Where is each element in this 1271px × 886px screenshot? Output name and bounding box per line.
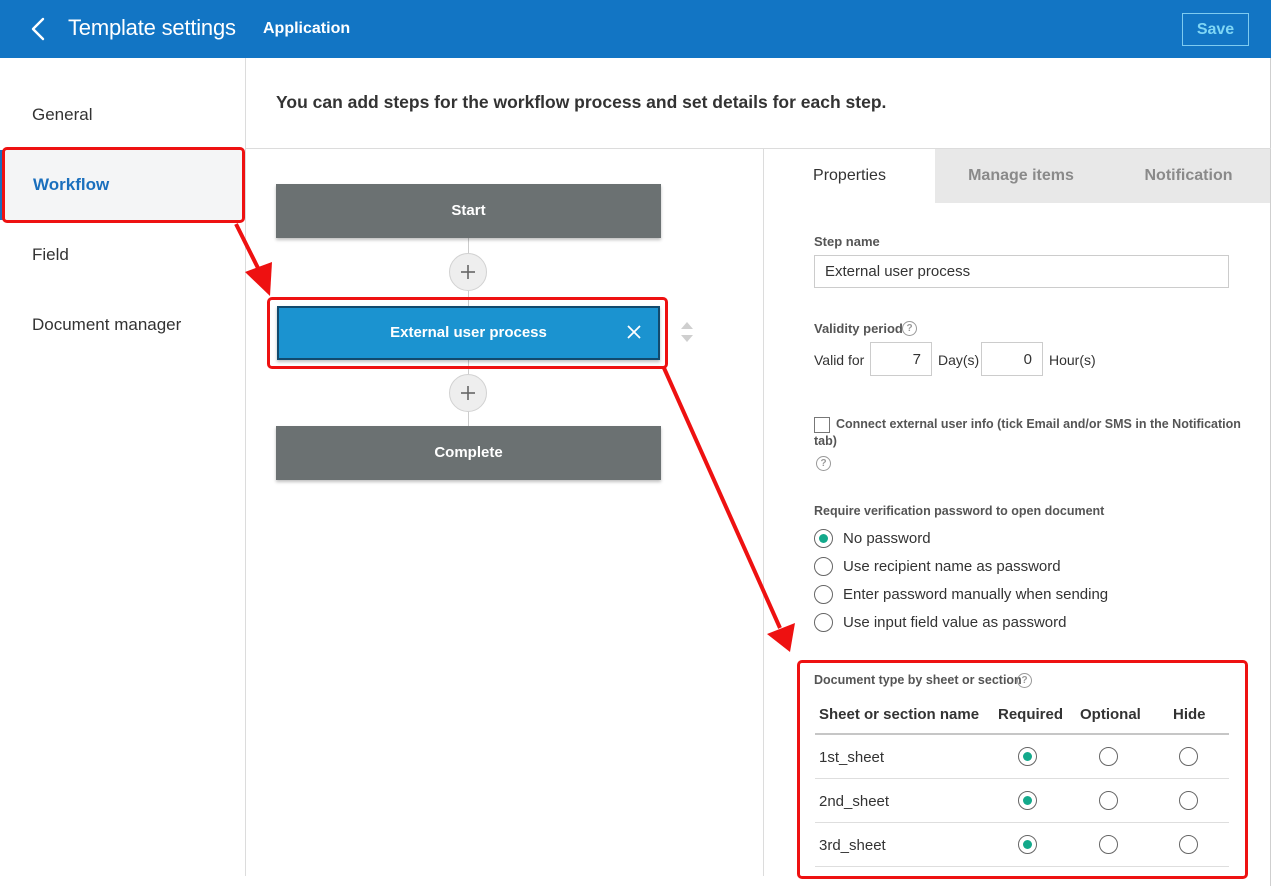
column-header-optional: Optional [1080, 706, 1141, 723]
radio-manual-password[interactable] [814, 585, 833, 604]
connect-external-user-checkbox[interactable] [814, 417, 830, 433]
connect-external-user-label-cont: tab) [814, 434, 837, 448]
step-label: External user process [390, 324, 547, 341]
step-label: Start [451, 202, 486, 219]
properties-tabs: Properties Manage items Notification [764, 149, 1270, 203]
back-arrow-icon[interactable] [26, 14, 54, 44]
table-row-divider [815, 778, 1229, 779]
radio-recipient-name-password[interactable] [814, 557, 833, 576]
radio-2nd-sheet-optional[interactable] [1099, 791, 1118, 810]
sidebar-item-workflow[interactable]: Workflow [0, 150, 245, 220]
step-label: Complete [434, 444, 503, 461]
radio-label: Use recipient name as password [843, 558, 1061, 575]
valid-for-label: Valid for [814, 352, 865, 368]
radio-3rd-sheet-optional[interactable] [1099, 835, 1118, 854]
workflow-step-external-user-process[interactable]: External user process [277, 306, 660, 360]
column-header-required: Required [998, 706, 1064, 723]
radio-1st-sheet-hide[interactable] [1179, 747, 1198, 766]
help-icon[interactable]: ? [902, 321, 917, 336]
reorder-handle-icon[interactable] [679, 320, 695, 344]
sidebar-item-document-manager[interactable]: Document manager [0, 290, 245, 360]
radio-2nd-sheet-hide[interactable] [1179, 791, 1198, 810]
workflow-step-start[interactable]: Start [276, 184, 661, 238]
hours-input[interactable] [981, 342, 1043, 376]
radio-label: Use input field value as password [843, 614, 1067, 631]
radio-input-field-password[interactable] [814, 613, 833, 632]
table-header-divider [815, 733, 1229, 735]
app-header: Template settings Application Save [0, 0, 1271, 58]
days-unit-label: Day(s) [938, 352, 980, 368]
column-header-hide: Hide [1173, 706, 1206, 723]
plus-icon [461, 265, 475, 279]
close-icon[interactable] [624, 322, 644, 342]
tab-properties[interactable]: Properties [764, 149, 935, 203]
radio-2nd-sheet-required[interactable] [1018, 791, 1037, 810]
add-step-button[interactable] [449, 374, 487, 412]
save-button[interactable]: Save [1182, 13, 1249, 46]
radio-1st-sheet-optional[interactable] [1099, 747, 1118, 766]
table-row-divider [815, 866, 1229, 867]
column-header-sheet: Sheet or section name [819, 706, 980, 723]
radio-no-password[interactable] [814, 529, 833, 548]
radio-1st-sheet-required[interactable] [1018, 747, 1037, 766]
plus-icon [461, 386, 475, 400]
step-name-input[interactable] [814, 255, 1229, 288]
workflow-step-complete[interactable]: Complete [276, 426, 661, 480]
connect-external-user-label: Connect external user info (tick Email a… [836, 417, 1241, 431]
radio-3rd-sheet-hide[interactable] [1179, 835, 1198, 854]
sheet-name: 2nd_sheet [819, 793, 890, 810]
hours-unit-label: Hour(s) [1049, 352, 1096, 368]
page-title: Template settings [68, 15, 236, 40]
help-icon[interactable]: ? [816, 456, 831, 471]
sidebar: General Workflow Field Document manager [0, 58, 246, 876]
add-step-button[interactable] [449, 253, 487, 291]
sidebar-item-field[interactable]: Field [0, 220, 245, 290]
radio-label: Enter password manually when sending [843, 586, 1109, 603]
page-subtitle: Application [263, 20, 351, 37]
validity-period-label: Validity period [814, 321, 903, 336]
days-input[interactable] [870, 342, 932, 376]
sheet-name: 1st_sheet [819, 749, 885, 766]
tab-manage-items[interactable]: Manage items [935, 149, 1107, 203]
password-section-label: Require verification password to open do… [814, 504, 1105, 518]
document-type-label: Document type by sheet or section [814, 673, 1022, 687]
step-name-label: Step name [814, 234, 880, 249]
sheet-name: 3rd_sheet [819, 837, 886, 854]
workflow-canvas [246, 149, 764, 876]
sidebar-item-general[interactable]: General [0, 80, 245, 150]
radio-label: No password [843, 530, 931, 547]
help-icon[interactable]: ? [1017, 673, 1032, 688]
radio-3rd-sheet-required[interactable] [1018, 835, 1037, 854]
table-row-divider [815, 822, 1229, 823]
tab-notification[interactable]: Notification [1107, 149, 1270, 203]
workflow-description: You can add steps for the workflow proce… [276, 92, 887, 112]
